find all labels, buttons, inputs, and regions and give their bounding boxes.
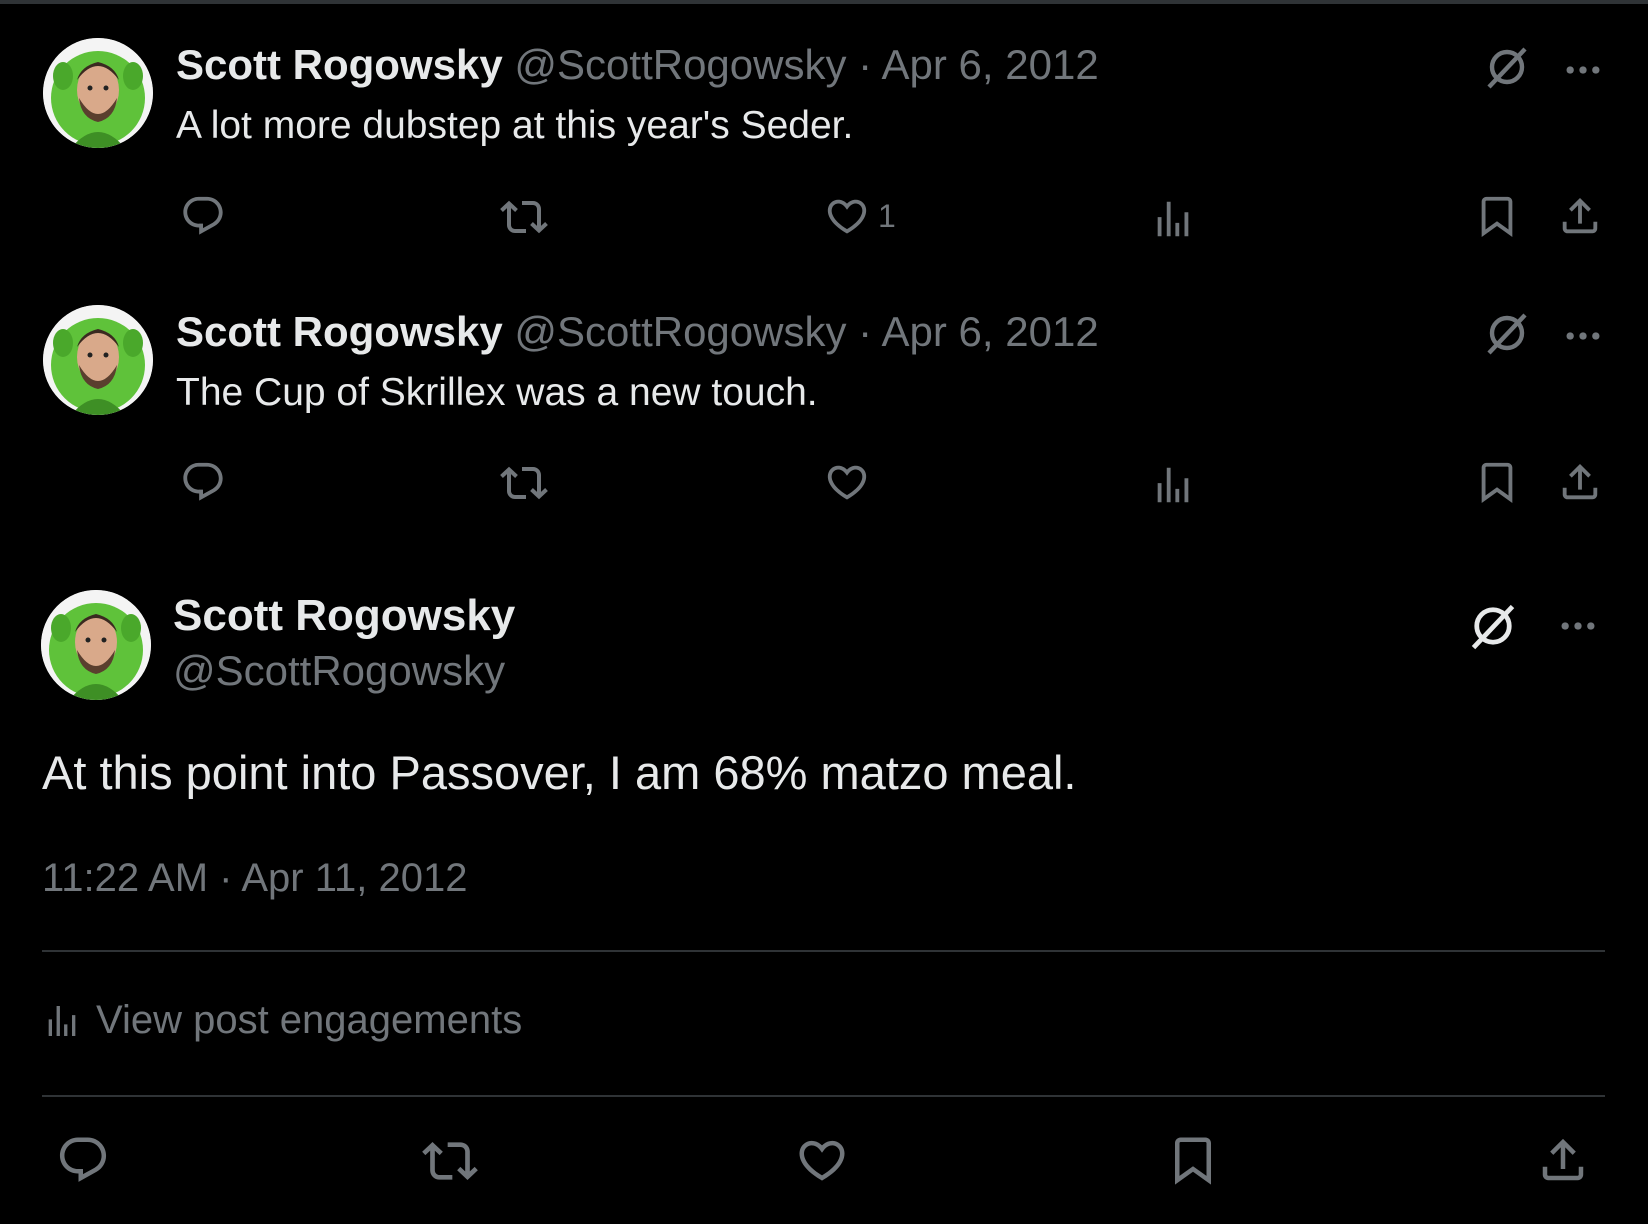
reply-icon: [180, 459, 226, 505]
avatar[interactable]: [43, 305, 153, 415]
engagements-label: View post engagements: [96, 998, 523, 1042]
avatar-image: [41, 590, 151, 700]
avatar[interactable]: [41, 590, 151, 700]
share-button[interactable]: [1557, 193, 1603, 239]
like-icon: [795, 1133, 849, 1187]
grok-icon[interactable]: [1483, 43, 1531, 91]
display-name[interactable]: Scott Rogowsky: [173, 590, 515, 642]
like-icon: [824, 459, 870, 505]
avatar-image: [43, 38, 153, 148]
like-button[interactable]: [795, 1133, 849, 1187]
reply-icon: [180, 193, 226, 239]
share-button[interactable]: [1536, 1133, 1590, 1187]
handle[interactable]: @ScottRogowsky: [514, 41, 846, 88]
tweet-header: Scott Rogowsky @ScottRogowsky · Apr 6, 2…: [176, 40, 1099, 90]
reply-button[interactable]: [180, 459, 226, 505]
bookmark-button[interactable]: [1166, 1133, 1220, 1187]
like-button[interactable]: 1: [824, 193, 896, 239]
more-icon[interactable]: [1561, 48, 1605, 92]
tweet-text: A lot more dubstep at this year's Seder.: [176, 104, 854, 147]
tweet-date[interactable]: Apr 6, 2012: [882, 308, 1099, 355]
share-icon: [1557, 193, 1603, 239]
tweet-header: Scott Rogowsky @ScottRogowsky · Apr 6, 2…: [176, 307, 1099, 357]
top-border: [0, 0, 1648, 4]
bookmark-button[interactable]: [1474, 193, 1520, 239]
handle[interactable]: @ScottRogowsky: [173, 646, 505, 696]
like-count: 1: [878, 197, 896, 234]
more-icon[interactable]: [1561, 314, 1605, 358]
share-button[interactable]: [1557, 459, 1603, 505]
views-button[interactable]: [1150, 462, 1196, 508]
reply-button[interactable]: [180, 193, 226, 239]
grok-icon[interactable]: [1467, 600, 1519, 652]
divider: [42, 950, 1605, 952]
views-icon: [1150, 462, 1196, 508]
retweet-icon: [500, 459, 548, 507]
view-engagements-link[interactable]: View post engagements: [42, 998, 522, 1043]
reply-button[interactable]: [56, 1133, 110, 1187]
views-icon: [1150, 196, 1196, 242]
more-icon[interactable]: [1556, 604, 1600, 648]
tweet-timestamp[interactable]: 11:22 AM · Apr 11, 2012: [42, 853, 467, 903]
grok-icon[interactable]: [1483, 309, 1531, 357]
retweet-button[interactable]: [500, 459, 548, 507]
share-icon: [1557, 459, 1603, 505]
retweet-icon: [500, 193, 548, 241]
share-icon: [1536, 1133, 1590, 1187]
separator: ·: [858, 308, 873, 355]
display-name[interactable]: Scott Rogowsky: [176, 41, 503, 88]
like-icon: [824, 193, 870, 239]
tweet-text: At this point into Passover, I am 68% ma…: [42, 746, 1077, 799]
bookmark-icon: [1474, 459, 1520, 505]
tweet-text: The Cup of Skrillex was a new touch.: [176, 371, 818, 414]
avatar-image: [43, 305, 153, 415]
retweet-icon: [422, 1133, 478, 1189]
separator: ·: [858, 41, 873, 88]
handle[interactable]: @ScottRogowsky: [514, 308, 846, 355]
views-button[interactable]: [1150, 196, 1196, 242]
like-button[interactable]: [824, 459, 878, 505]
retweet-button[interactable]: [422, 1133, 478, 1189]
tweet-date[interactable]: Apr 6, 2012: [882, 41, 1099, 88]
analytics-icon: [42, 1001, 82, 1041]
display-name[interactable]: Scott Rogowsky: [176, 308, 503, 355]
bookmark-icon: [1166, 1133, 1220, 1187]
bookmark-icon: [1474, 193, 1520, 239]
reply-icon: [56, 1133, 110, 1187]
retweet-button[interactable]: [500, 193, 548, 241]
avatar[interactable]: [43, 38, 153, 148]
bookmark-button[interactable]: [1474, 459, 1520, 505]
divider: [42, 1095, 1605, 1097]
